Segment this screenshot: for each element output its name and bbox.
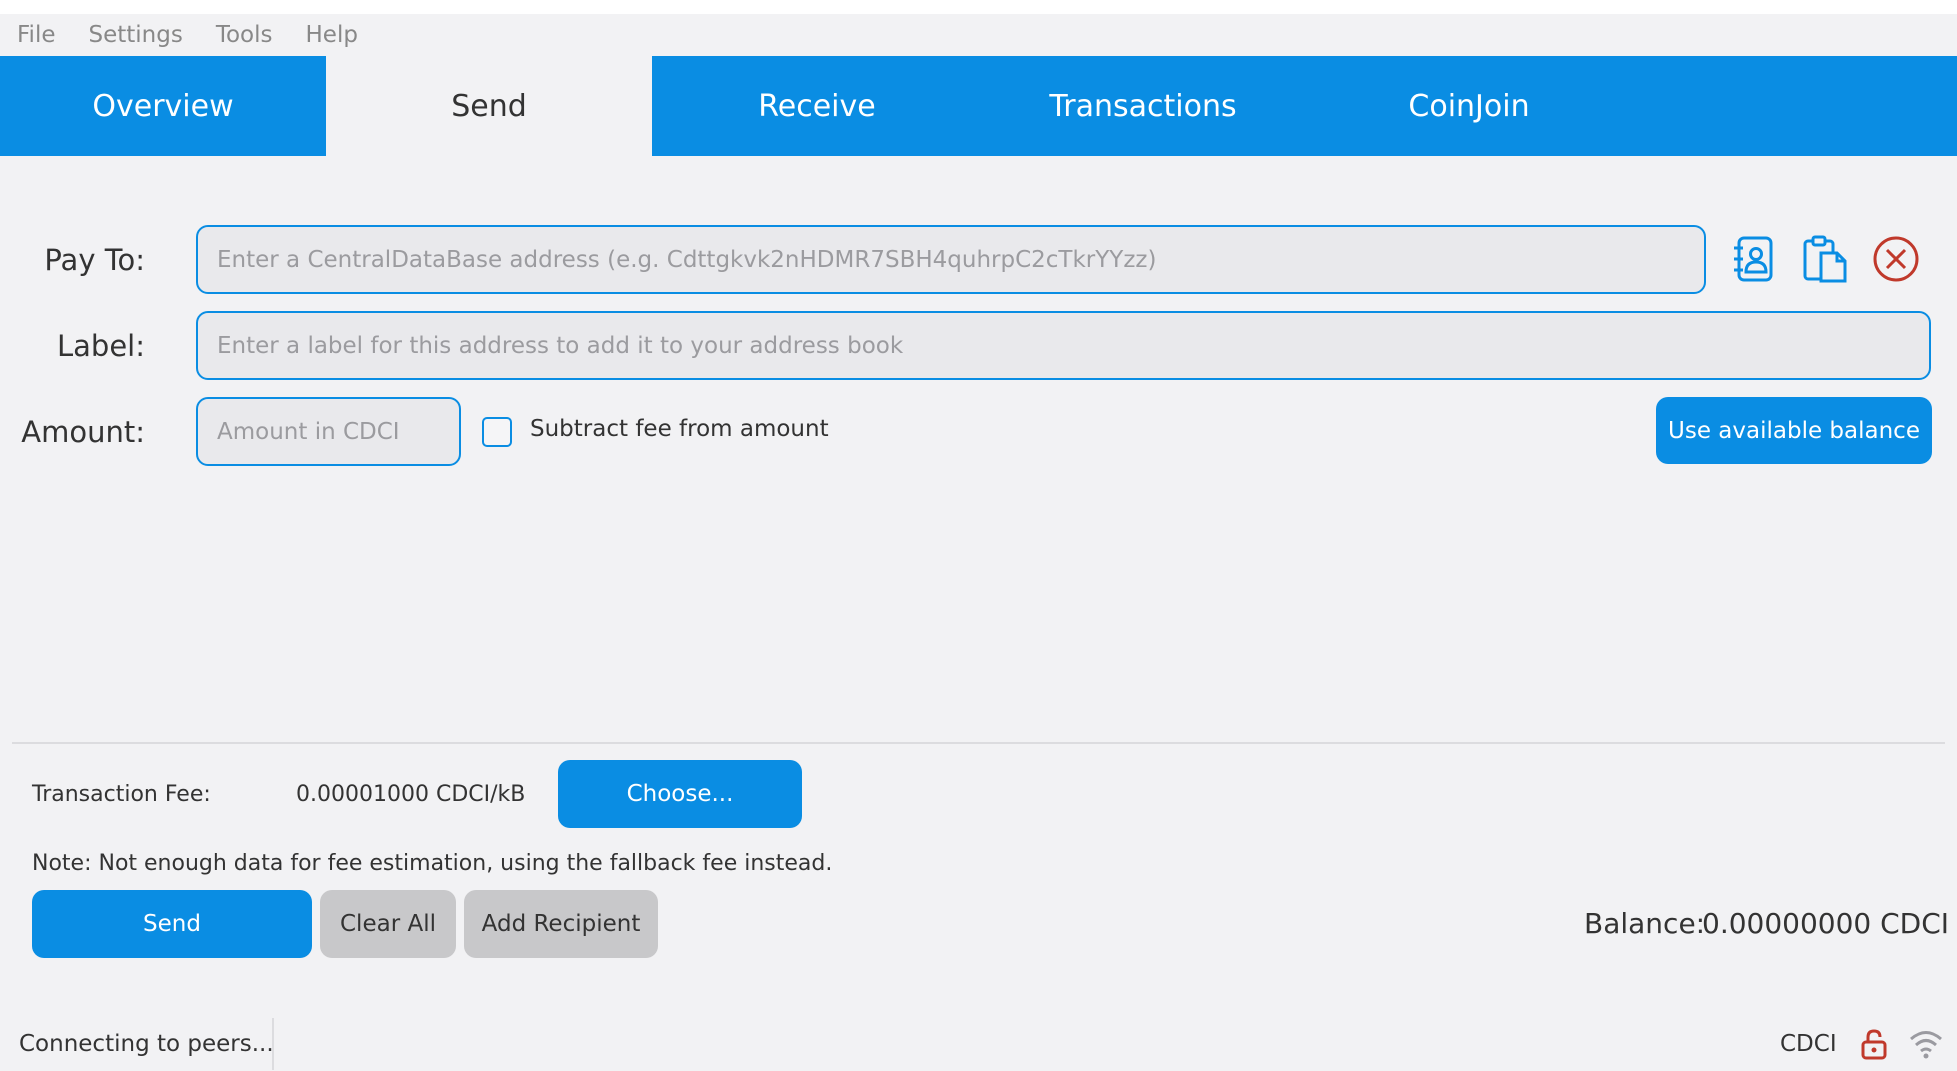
- amount-input[interactable]: [196, 397, 461, 466]
- pay-to-input[interactable]: [196, 225, 1706, 294]
- fee-note: Note: Not enough data for fee estimation…: [32, 851, 833, 876]
- label-label: Label:: [56, 329, 145, 363]
- add-recipient-button[interactable]: Add Recipient: [464, 890, 658, 958]
- transaction-fee-label: Transaction Fee:: [32, 782, 211, 807]
- tab-send[interactable]: Send: [326, 56, 652, 156]
- unit-display[interactable]: CDCI: [1780, 1031, 1837, 1057]
- status-bar: [0, 1012, 1957, 1071]
- balance-value: 0.00000000 CDCI: [1702, 907, 1950, 940]
- wifi-signal-icon[interactable]: [1908, 1026, 1944, 1062]
- transaction-fee-value: 0.00001000 CDCI/kB: [296, 782, 526, 807]
- paste-icon[interactable]: [1797, 231, 1853, 287]
- menu-bar: File Settings Tools Help: [0, 14, 1957, 56]
- tab-coinjoin[interactable]: CoinJoin: [1306, 56, 1632, 156]
- clear-all-button[interactable]: Clear All: [320, 890, 456, 958]
- balance-label: Balance:: [1584, 907, 1706, 940]
- menu-settings[interactable]: Settings: [89, 22, 183, 48]
- menu-file[interactable]: File: [17, 22, 56, 48]
- pay-to-label: Pay To:: [44, 243, 145, 277]
- tab-receive[interactable]: Receive: [654, 56, 980, 156]
- tab-transactions[interactable]: Transactions: [980, 56, 1306, 156]
- use-available-balance-button[interactable]: Use available balance: [1656, 397, 1932, 464]
- lock-icon[interactable]: [1856, 1026, 1892, 1062]
- clear-x-circle-icon[interactable]: [1868, 231, 1924, 287]
- send-button[interactable]: Send: [32, 890, 312, 958]
- subtract-fee-checkbox[interactable]: [482, 417, 512, 447]
- status-separator: [272, 1018, 274, 1070]
- choose-fee-button[interactable]: Choose...: [558, 760, 802, 828]
- tab-bar: Overview Send Receive Transactions CoinJ…: [0, 56, 1957, 156]
- tab-overview[interactable]: Overview: [0, 56, 326, 156]
- subtract-fee-label: Subtract fee from amount: [530, 416, 829, 442]
- amount-label: Amount:: [21, 415, 145, 449]
- divider: [12, 742, 1945, 744]
- label-input[interactable]: [196, 311, 1931, 380]
- status-text: Connecting to peers...: [19, 1031, 274, 1057]
- address-book-icon[interactable]: [1726, 231, 1782, 287]
- menu-tools[interactable]: Tools: [216, 22, 273, 48]
- menu-help[interactable]: Help: [306, 22, 358, 48]
- window-top-strip: [0, 0, 1957, 14]
